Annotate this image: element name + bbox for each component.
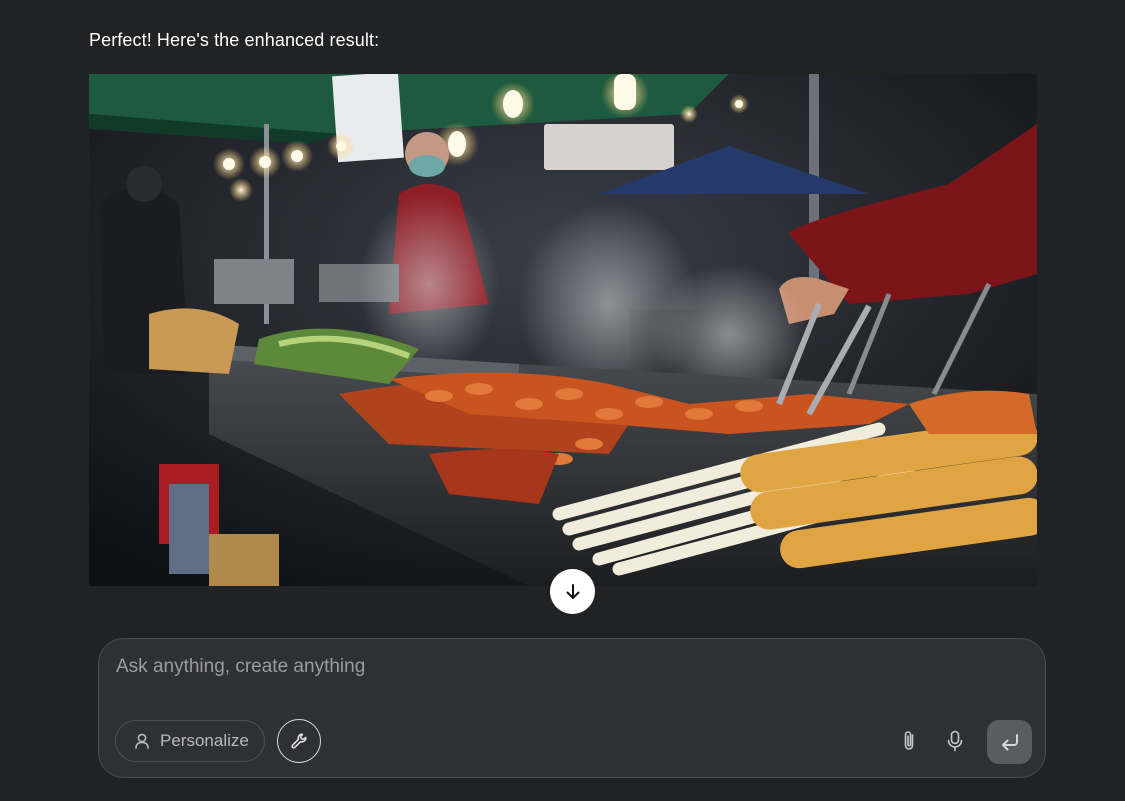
paperclip-icon xyxy=(904,731,914,750)
enter-icon xyxy=(1001,734,1018,751)
personalize-button[interactable]: Personalize xyxy=(115,720,265,762)
composer: Personalize xyxy=(98,638,1046,778)
arrow-down-icon xyxy=(566,583,579,599)
voice-button[interactable] xyxy=(937,723,973,759)
assistant-message: Perfect! Here's the enhanced result: xyxy=(89,30,380,50)
tools-button[interactable] xyxy=(277,719,321,763)
attach-button[interactable] xyxy=(891,723,927,759)
wrench-icon xyxy=(291,733,307,749)
personalize-label: Personalize xyxy=(160,731,249,750)
food-stall-photo xyxy=(89,74,1037,586)
user-icon xyxy=(135,733,149,749)
generated-image[interactable] xyxy=(89,74,1037,586)
microphone-icon xyxy=(947,730,963,752)
prompt-input[interactable] xyxy=(116,656,876,678)
scroll-down-button[interactable] xyxy=(550,569,595,614)
send-button[interactable] xyxy=(987,720,1032,764)
